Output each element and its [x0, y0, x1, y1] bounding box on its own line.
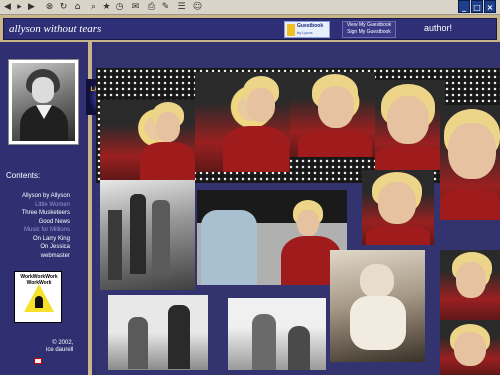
portrait-image	[12, 63, 75, 141]
forward-arrow-icon[interactable]: ▸	[14, 2, 25, 13]
figure-3	[108, 210, 122, 280]
face-9	[454, 332, 486, 366]
guestbook-logo-text: Guestbook	[297, 23, 324, 29]
figure-2	[152, 200, 170, 276]
portrait-photo	[8, 59, 79, 145]
face-6	[297, 210, 319, 236]
interview-photo-8	[440, 250, 500, 320]
messenger-icon[interactable]: ☺	[192, 2, 203, 13]
interview-photo-9	[440, 320, 500, 375]
top-5	[440, 189, 500, 220]
stop-icon[interactable]: ⊗	[44, 2, 55, 13]
beach-figure-1	[128, 317, 148, 369]
face-5	[448, 123, 496, 179]
bw-beach-photo	[108, 295, 208, 370]
print-icon[interactable]: ⎙	[146, 2, 157, 13]
copyright: © 2002, ice daurell	[46, 340, 73, 354]
nav-link-on-larry-king[interactable]: On Larry King	[4, 235, 70, 244]
favorites-icon[interactable]: ★	[101, 2, 112, 13]
worker-icon	[35, 296, 43, 308]
nav-link-allyson-by-allyson[interactable]: Allyson by Allyson	[4, 192, 70, 201]
back-icon[interactable]: ◀	[2, 2, 13, 13]
face-3	[318, 86, 354, 128]
portrait-face	[32, 77, 54, 103]
discuss-icon[interactable]: ☰	[176, 2, 187, 13]
interviewer	[201, 210, 257, 285]
top-7	[366, 226, 430, 245]
baby-face	[360, 264, 394, 298]
beach-figure-2	[168, 305, 190, 369]
baby-photo	[330, 250, 425, 362]
view-guestbook-link[interactable]: View My Guestbook	[343, 22, 395, 29]
hawaii-figure-2	[288, 326, 310, 370]
work-in-progress-badge: WorkWorkWork WorkWork	[14, 271, 62, 323]
nav-link-on-jessica[interactable]: On Jessica	[4, 243, 70, 252]
top-1	[140, 142, 195, 180]
author-link[interactable]: author!	[424, 23, 452, 33]
forward-icon[interactable]: ▶	[26, 2, 37, 13]
guestbook-logo[interactable]: Guestbook by Lycos	[284, 21, 330, 38]
site-title: allyson without tears	[9, 23, 102, 35]
interview-photo-3	[290, 72, 375, 157]
contents-nav: Allyson by Allyson Little Women Three Mu…	[4, 192, 70, 260]
interview-photo-4	[375, 80, 445, 170]
close-icon[interactable]: ×	[484, 0, 496, 13]
bw-musketeers-photo	[100, 180, 195, 290]
search-icon[interactable]: ⌕	[88, 2, 99, 13]
interview-photo-5	[440, 105, 500, 220]
figure-1	[130, 194, 146, 274]
guestbook-logo-sub: by Lycos	[297, 30, 313, 35]
larry-king-interview-photo	[197, 190, 347, 285]
interview-photo-1	[100, 100, 195, 180]
top-4	[375, 146, 445, 170]
copyright-line-1: © 2002,	[52, 340, 74, 346]
contents-heading: Contents:	[6, 171, 41, 180]
face-7	[378, 182, 416, 224]
nav-link-three-musketeers[interactable]: Three Musketeers	[4, 209, 70, 218]
face-2	[247, 88, 275, 122]
sign-guestbook-link[interactable]: Sign My Guestbook	[343, 29, 395, 36]
site-header: allyson without tears Guestbook by Lycos…	[3, 18, 497, 40]
edit-icon[interactable]: ✎	[160, 2, 171, 13]
face-4	[387, 96, 429, 144]
nav-link-music-for-millions[interactable]: Music for Millions	[4, 226, 70, 235]
copyright-line-2: ice daurell	[46, 347, 74, 353]
nav-link-webmaster[interactable]: webmaster	[4, 252, 70, 261]
history-icon[interactable]: ◷	[114, 2, 125, 13]
mail-icon[interactable]: ✉	[130, 2, 141, 13]
face-1	[156, 112, 180, 142]
home-icon[interactable]: ⌂	[72, 2, 83, 13]
top-2	[223, 126, 289, 172]
browser-toolbar: ◀ ▸ ▶ ⊗ ↻ ⌂ ⌕ ★ ◷ ✉ ⎙ ✎ ☰ ☺ _ □ ×	[0, 0, 500, 15]
maximize-icon[interactable]: □	[471, 0, 483, 13]
refresh-icon[interactable]: ↻	[58, 2, 69, 13]
nav-link-good-news[interactable]: Good News	[4, 218, 70, 227]
baby-body	[350, 296, 406, 350]
email-icon[interactable]	[34, 358, 42, 364]
minimize-icon[interactable]: _	[458, 0, 470, 13]
guestbook-book-icon	[287, 24, 295, 36]
top-3	[298, 130, 372, 157]
interview-photo-2	[195, 72, 290, 172]
bw-hawaii-photo	[228, 298, 326, 370]
interview-photo-7	[362, 170, 434, 245]
face-8	[456, 262, 486, 298]
guestbook-links: View My Guestbook Sign My Guestbook	[342, 21, 396, 38]
hawaii-figure-1	[252, 314, 276, 370]
nav-link-little-women[interactable]: Little Women	[4, 201, 70, 210]
